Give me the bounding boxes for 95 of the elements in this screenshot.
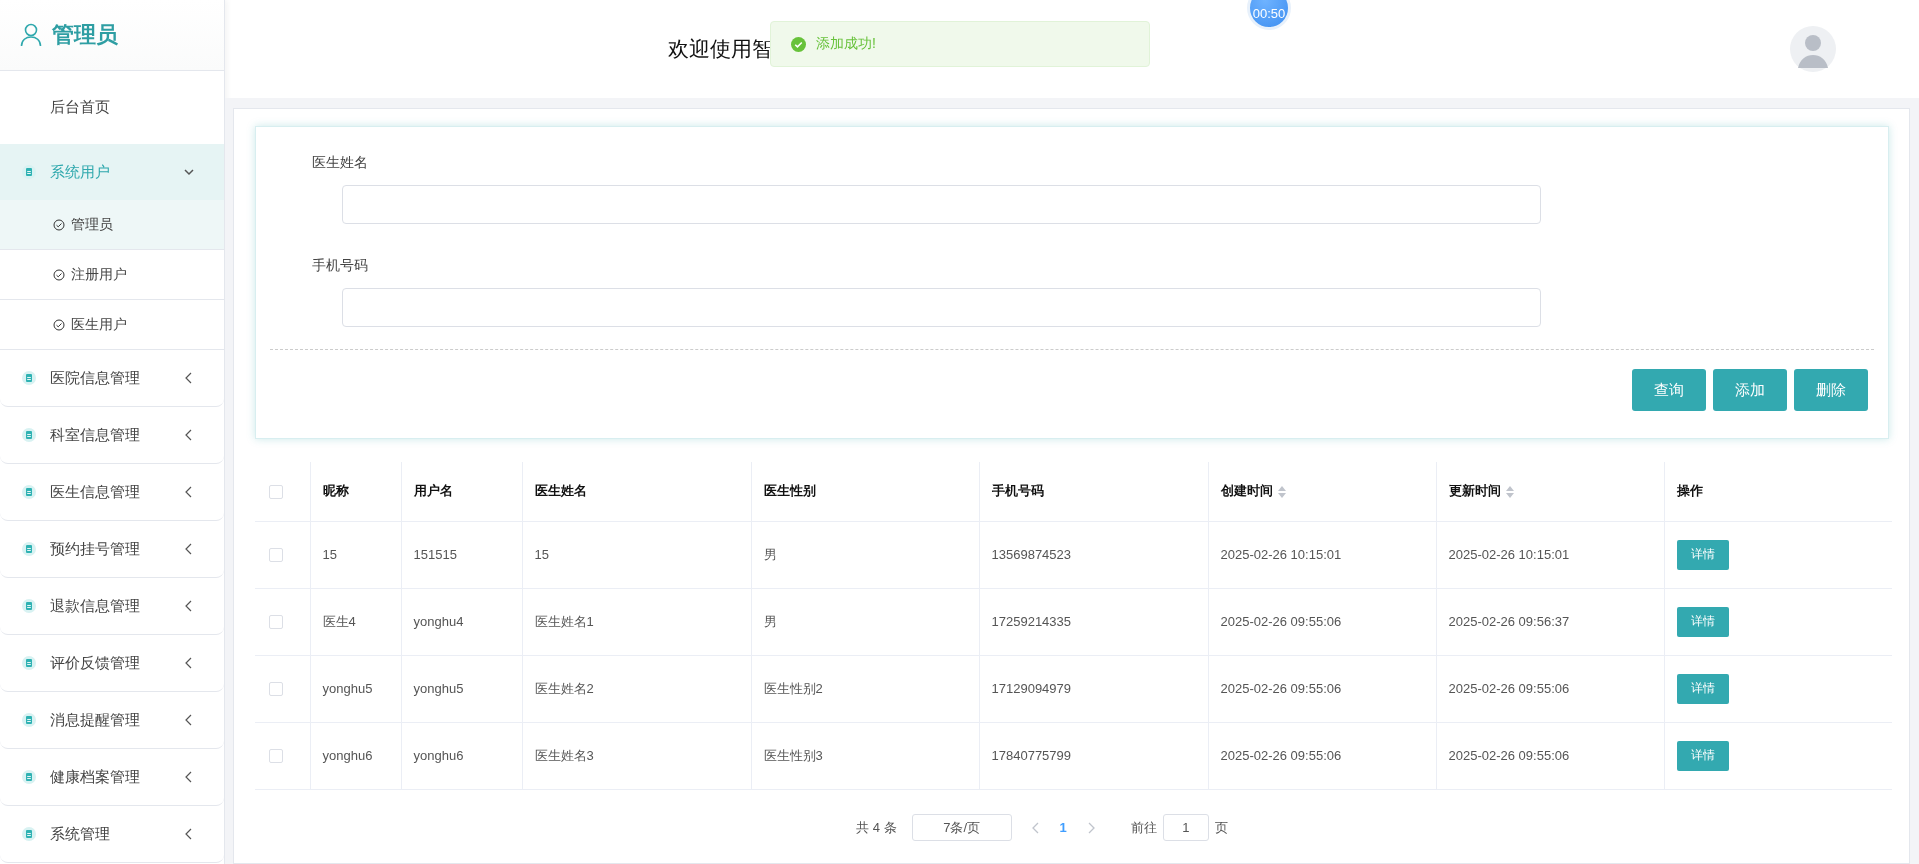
chevron-left-icon xyxy=(184,486,194,498)
table-cell: yonghu5 xyxy=(413,681,464,696)
field-label: 手机号码 xyxy=(311,256,369,275)
column-header: 昵称 xyxy=(322,483,349,499)
field-label: 医生姓名 xyxy=(311,153,369,172)
menu-item[interactable]: 退款信息管理 xyxy=(0,578,224,635)
table-cell: 男 xyxy=(763,613,777,629)
menu-item[interactable]: 预约挂号管理 xyxy=(0,521,224,578)
total-count: 共 4 条 xyxy=(856,818,897,837)
column-header[interactable]: 创建时间 xyxy=(1220,483,1273,499)
checkbox[interactable] xyxy=(269,485,283,500)
page-suffix: 页 xyxy=(1214,818,1228,837)
avatar[interactable] xyxy=(1790,26,1836,72)
chevron-left-icon xyxy=(184,429,194,441)
document-icon xyxy=(22,371,36,385)
checkbox[interactable] xyxy=(269,615,283,630)
document-icon xyxy=(22,428,36,442)
chevron-left-icon xyxy=(184,657,194,669)
chevron-left-icon xyxy=(184,771,194,783)
page-input[interactable]: 1 xyxy=(1162,814,1209,841)
table-cell: 医生姓名1 xyxy=(534,613,594,629)
chevron-left-icon xyxy=(184,372,194,384)
sort-icon[interactable] xyxy=(1505,485,1514,498)
goto-label: 前往 xyxy=(1130,818,1157,837)
table-cell: 医生姓名2 xyxy=(534,680,594,696)
table-cell: 15 xyxy=(534,547,549,562)
column-header[interactable]: 更新时间 xyxy=(1448,483,1501,499)
document-icon xyxy=(22,165,36,179)
prev-page-icon[interactable] xyxy=(1031,821,1040,834)
submenu-item[interactable]: 注册用户 xyxy=(0,250,224,300)
document-icon xyxy=(22,770,36,784)
table-cell: 男 xyxy=(763,546,777,562)
table-cell: yonghu6 xyxy=(322,748,373,763)
table-cell: 2025-02-26 09:55:06 xyxy=(1220,748,1342,763)
document-icon xyxy=(22,656,36,670)
table-cell: 17129094979 xyxy=(991,681,1072,696)
menu-item[interactable]: 健康档案管理 xyxy=(0,749,224,806)
column-header: 手机号码 xyxy=(991,483,1044,499)
page-size-select[interactable]: 7条/页 xyxy=(911,814,1012,841)
table-cell: 医生姓名3 xyxy=(534,747,594,763)
menu-item[interactable]: 消息提醒管理 xyxy=(0,692,224,749)
menu-item[interactable]: 评价反馈管理 xyxy=(0,635,224,692)
sidebar-title: 管理员 xyxy=(52,21,118,49)
table-cell: yonghu4 xyxy=(413,614,464,629)
chevron-left-icon xyxy=(184,828,194,840)
user-icon xyxy=(20,23,42,47)
check-circle-icon xyxy=(53,268,65,281)
checkbox[interactable] xyxy=(269,548,283,563)
table-cell: 医生性别3 xyxy=(763,747,823,763)
table-cell: 15 xyxy=(322,547,337,562)
table-cell: yonghu5 xyxy=(322,681,373,696)
table-cell: 2025-02-26 09:55:06 xyxy=(1448,681,1570,696)
checkbox[interactable] xyxy=(269,682,283,697)
input-field[interactable] xyxy=(342,288,1541,327)
menu-item[interactable]: 医院信息管理 xyxy=(0,350,224,407)
toast-message: 添加成功! xyxy=(816,35,876,53)
timer-badge: 00:50 xyxy=(1247,0,1291,30)
document-icon xyxy=(22,827,36,841)
menu-item[interactable]: 医生信息管理 xyxy=(0,464,224,521)
table-cell: 17259214335 xyxy=(991,614,1072,629)
table-cell: 2025-02-26 09:55:06 xyxy=(1220,681,1342,696)
table-cell: 2025-02-26 09:56:37 xyxy=(1448,614,1570,629)
sort-icon[interactable] xyxy=(1277,485,1286,498)
table-cell: 2025-02-26 10:15:01 xyxy=(1220,547,1342,562)
column-header: 操作 xyxy=(1676,483,1703,499)
table-cell: 13569874523 xyxy=(991,547,1072,562)
check-circle-icon xyxy=(53,218,65,231)
document-icon xyxy=(22,599,36,613)
input-field[interactable] xyxy=(342,185,1541,224)
table-cell: 17840775799 xyxy=(991,748,1072,763)
table-cell: 医生4 xyxy=(322,613,356,629)
menu-item[interactable]: 科室信息管理 xyxy=(0,407,224,464)
submenu-item[interactable]: 管理员 xyxy=(0,200,224,250)
check-circle-icon xyxy=(53,318,65,331)
menu-item[interactable]: 系统管理 xyxy=(0,806,224,863)
document-icon xyxy=(22,485,36,499)
chevron-left-icon xyxy=(184,600,194,612)
document-icon xyxy=(22,542,36,556)
column-header: 用户名 xyxy=(413,483,453,499)
next-page-icon[interactable] xyxy=(1086,821,1095,834)
column-header: 医生性别 xyxy=(763,483,816,499)
checkbox[interactable] xyxy=(269,749,283,764)
chevron-left-icon xyxy=(184,543,194,555)
table-cell: 医生性别2 xyxy=(763,680,823,696)
chevron-down-icon xyxy=(184,167,194,177)
table-cell: 2025-02-26 09:55:06 xyxy=(1220,614,1342,629)
table-cell: 2025-02-26 10:15:01 xyxy=(1448,547,1570,562)
document-icon xyxy=(22,713,36,727)
chevron-left-icon xyxy=(184,714,194,726)
table-cell: 2025-02-26 09:55:06 xyxy=(1448,748,1570,763)
table-cell: yonghu6 xyxy=(413,748,464,763)
success-icon xyxy=(791,36,806,52)
menu-item[interactable]: 后台首页 xyxy=(0,71,224,144)
table-cell: 151515 xyxy=(413,547,457,562)
column-header: 医生姓名 xyxy=(534,483,587,499)
